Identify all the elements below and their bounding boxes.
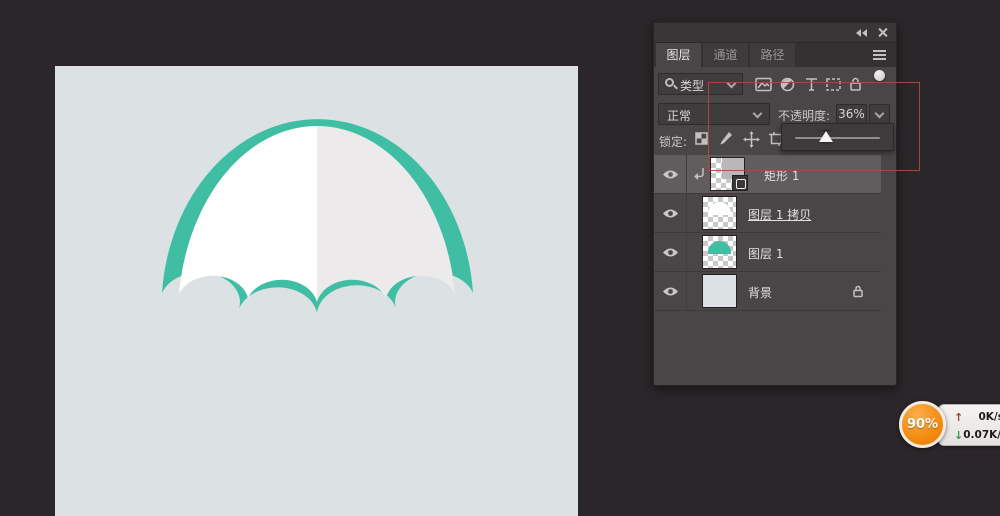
filter-toggle-icon[interactable] bbox=[874, 70, 885, 81]
filter-type-dropdown[interactable]: 类型 bbox=[658, 73, 743, 95]
layer-thumbnail[interactable] bbox=[702, 235, 737, 269]
lock-transparency-icon[interactable] bbox=[694, 131, 709, 146]
opacity-value: 36% bbox=[838, 107, 865, 121]
lock-label: 锁定: bbox=[659, 133, 687, 150]
net-speed-panel[interactable]: ↑ 0K/s ↓ 0.07K/s bbox=[938, 404, 1000, 446]
download-speed-row: ↓ 0.07K/s bbox=[954, 426, 1000, 444]
visibility-cell[interactable] bbox=[654, 155, 687, 193]
badge-percent: 90% bbox=[907, 417, 938, 432]
filter-smart-objects-icon[interactable] bbox=[847, 77, 864, 92]
layer-thumbnail[interactable] bbox=[702, 274, 737, 308]
visibility-cell[interactable] bbox=[654, 272, 687, 310]
layer-lock-icon bbox=[852, 285, 864, 298]
download-arrow-icon: ↓ bbox=[954, 429, 963, 442]
visibility-cell[interactable] bbox=[654, 233, 687, 271]
layer-list: 矩形 1 图层 1 拷贝 bbox=[654, 155, 896, 311]
layer-name[interactable]: 图层 1 bbox=[748, 245, 783, 262]
search-icon bbox=[665, 78, 674, 87]
lock-image-icon[interactable] bbox=[718, 131, 733, 146]
filter-type-label: 类型 bbox=[680, 77, 704, 94]
memory-percent-badge[interactable]: 90% bbox=[899, 401, 946, 448]
opacity-slider-popup bbox=[781, 123, 894, 151]
eye-icon bbox=[662, 286, 679, 297]
layer-row-layer-1-copy[interactable]: 图层 1 拷贝 bbox=[654, 194, 881, 233]
umbrella-artwork bbox=[55, 66, 578, 516]
eye-icon bbox=[662, 247, 679, 258]
clipping-mask-arrow-icon bbox=[693, 167, 706, 182]
tab-layers[interactable]: 图层 bbox=[656, 43, 701, 67]
upload-arrow-icon: ↑ bbox=[954, 411, 963, 424]
filter-shape-layers-icon[interactable] bbox=[825, 77, 842, 92]
teal-umbrella-preview bbox=[708, 241, 731, 254]
panel-tabs: 图层 通道 路径 bbox=[654, 43, 896, 67]
filter-pixel-layers-icon[interactable] bbox=[755, 77, 772, 92]
download-speed-value: 0.07K/s bbox=[963, 429, 1000, 441]
blend-mode-value: 正常 bbox=[667, 107, 691, 124]
white-umbrella-preview bbox=[708, 202, 731, 215]
layer-row-background[interactable]: 背景 bbox=[654, 272, 881, 311]
opacity-slider-thumb[interactable] bbox=[819, 130, 833, 142]
layers-panel: 图层 通道 路径 类型 正常 不透明度: 36% 锁定: bbox=[653, 22, 897, 386]
opacity-dropdown-button[interactable] bbox=[869, 104, 890, 124]
chevron-down-icon bbox=[753, 109, 763, 119]
layer-name[interactable]: 矩形 1 bbox=[764, 167, 799, 184]
filter-adjustment-layers-icon[interactable] bbox=[779, 77, 796, 92]
upload-speed-value: 0K/s bbox=[978, 411, 1000, 423]
blend-mode-dropdown[interactable]: 正常 bbox=[658, 103, 770, 125]
document-canvas[interactable] bbox=[55, 66, 578, 516]
close-panel-icon[interactable] bbox=[877, 27, 888, 38]
chevron-down-icon bbox=[875, 109, 885, 119]
opacity-slider-track[interactable] bbox=[795, 137, 880, 139]
panel-titlebar bbox=[654, 23, 896, 43]
visibility-cell[interactable] bbox=[654, 194, 687, 232]
opacity-value-field[interactable]: 36% bbox=[836, 104, 867, 124]
tab-paths[interactable]: 路径 bbox=[750, 43, 795, 67]
lock-position-icon[interactable] bbox=[743, 131, 760, 148]
vector-mask-thumbnail[interactable] bbox=[732, 175, 748, 191]
layer-row-layer-1[interactable]: 图层 1 bbox=[654, 233, 881, 272]
tab-channels[interactable]: 通道 bbox=[703, 43, 748, 67]
chevron-down-icon bbox=[727, 79, 737, 89]
layer-name[interactable]: 图层 1 拷贝 bbox=[748, 206, 811, 223]
eye-icon bbox=[662, 169, 679, 180]
opacity-label: 不透明度: bbox=[778, 107, 830, 124]
panel-menu-icon[interactable] bbox=[873, 50, 886, 59]
collapse-panel-icon[interactable] bbox=[856, 28, 868, 38]
layer-thumbnail[interactable] bbox=[702, 196, 737, 230]
upload-speed-row: ↑ 0K/s bbox=[954, 408, 1000, 426]
filter-type-layers-icon[interactable] bbox=[803, 77, 820, 92]
layer-name[interactable]: 背景 bbox=[748, 284, 772, 301]
layer-row-rectangle-1[interactable]: 矩形 1 bbox=[654, 155, 881, 194]
eye-icon bbox=[662, 208, 679, 219]
